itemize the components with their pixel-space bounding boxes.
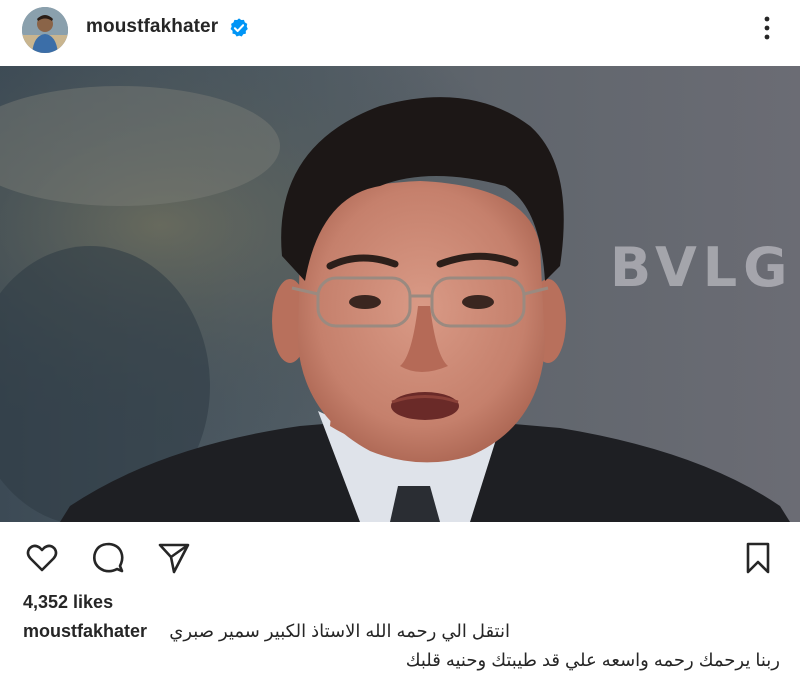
three-dots-vertical-icon[interactable] [758,14,776,42]
verified-badge-icon [230,18,248,37]
action-bar [0,534,800,582]
likes-count[interactable]: 4,352 likes [23,592,113,613]
avatar[interactable] [22,7,68,53]
heart-icon[interactable] [24,540,60,576]
caption-text-line1: انتقل الي رحمه الله الاستاذ الكبير سمير … [169,621,510,641]
post-photo[interactable]: BVLG [0,66,800,522]
bookmark-icon[interactable] [740,540,776,576]
caption-username[interactable]: moustfakhater [23,621,147,642]
caption-text-line2: ربنا يرحمك رحمه واسعه علي قد طيبتك وحنيه… [405,650,780,670]
watermark-text: BVLG [610,236,794,299]
username[interactable]: moustfakhater [86,16,218,38]
post-header: moustfakhater [0,0,800,64]
send-icon[interactable] [156,540,192,576]
comment-icon[interactable] [90,540,126,576]
